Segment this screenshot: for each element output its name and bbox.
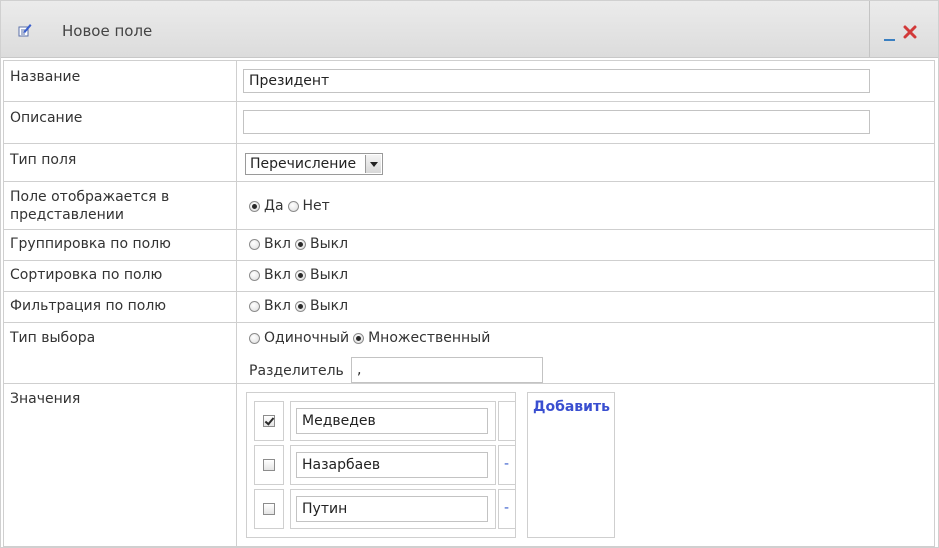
selection-type-label: Тип выбора [4, 323, 237, 383]
row-filter-by: Фильтрация по полю Вкл Выкл [3, 292, 935, 323]
row-description: Описание [3, 102, 935, 144]
filter-off-radio[interactable] [295, 300, 307, 312]
values-list: - - [246, 392, 516, 538]
row-group-by: Группировка по полю Вкл Выкл [3, 230, 935, 261]
delimiter-input[interactable] [351, 357, 543, 383]
row-field-type: Тип поля Перечисление [3, 144, 935, 182]
single-select-radio[interactable] [249, 332, 260, 344]
remove-value-3[interactable]: - [504, 500, 509, 516]
field-type-label: Тип поля [4, 144, 237, 181]
sort-by-label: Сортировка по полю [4, 261, 237, 291]
sort-off-radio[interactable] [295, 269, 307, 281]
minimize-button[interactable] [884, 25, 896, 41]
list-item [254, 401, 284, 441]
row-values: Значения Медведев Назарбаев - Путин - До… [3, 384, 935, 547]
row-name: Название [3, 60, 935, 102]
close-icon [903, 25, 917, 39]
group-on-radio[interactable] [249, 238, 260, 250]
field-type-selected: Перечисление [250, 156, 357, 172]
visible-no-radio[interactable] [287, 200, 299, 212]
title-divider [869, 1, 870, 57]
group-by-label: Группировка по полю [4, 230, 237, 260]
list-item [254, 489, 284, 529]
value-input-3[interactable] [296, 496, 488, 522]
add-value-cell: Добавить [527, 392, 615, 538]
value-input-1[interactable] [296, 408, 488, 434]
group-on-label[interactable]: Вкл [264, 236, 291, 252]
value-checkbox-2[interactable] [263, 459, 275, 471]
filter-by-label: Фильтрация по полю [4, 292, 237, 322]
visible-no-label[interactable]: Нет [303, 198, 330, 214]
new-field-dialog: Новое поле Название Описание Тип поля [0, 0, 939, 548]
filter-on-radio[interactable] [249, 300, 260, 312]
group-off-radio[interactable] [295, 238, 307, 250]
single-select-label[interactable]: Одиночный [264, 330, 349, 346]
multi-select-label[interactable]: Множественный [368, 330, 490, 346]
title-bar: Новое поле [1, 1, 938, 58]
filter-by-radio-group: Вкл Выкл [249, 298, 352, 314]
chevron-down-icon[interactable] [365, 155, 381, 173]
close-button[interactable] [903, 25, 917, 39]
value-checkbox-3[interactable] [263, 503, 275, 515]
name-input[interactable] [243, 69, 870, 93]
value-checkbox-1[interactable] [263, 415, 275, 427]
row-selection-type: Тип выбора Одиночный Множественный Разде… [3, 323, 935, 384]
edit-icon [18, 23, 32, 37]
visible-yes-radio[interactable] [249, 200, 260, 212]
row-visible-in-view: Поле отображается в представлении Да Нет [3, 182, 935, 230]
filter-off-label[interactable]: Выкл [310, 298, 348, 314]
name-label: Название [4, 61, 237, 101]
description-label: Описание [4, 102, 237, 143]
visible-in-view-radio-group: Да Нет [249, 198, 334, 214]
value-input-2[interactable] [296, 452, 488, 478]
visible-in-view-label: Поле отображается в представлении [4, 182, 237, 229]
multi-select-radio[interactable] [353, 332, 365, 344]
list-item [254, 445, 284, 485]
sort-off-label[interactable]: Выкл [310, 267, 348, 283]
field-type-select[interactable]: Перечисление [245, 153, 383, 175]
delimiter-label: Разделитель [249, 363, 344, 379]
add-value-link[interactable]: Добавить [533, 399, 610, 415]
sort-on-label[interactable]: Вкл [264, 267, 291, 283]
remove-value-2[interactable]: - [504, 456, 509, 472]
sort-by-radio-group: Вкл Выкл [249, 267, 352, 283]
description-input[interactable] [243, 110, 870, 134]
selection-type-radio-group: Одиночный Множественный [249, 330, 494, 346]
dialog-title: Новое поле [62, 22, 153, 40]
filter-on-label[interactable]: Вкл [264, 298, 291, 314]
visible-yes-label[interactable]: Да [264, 198, 284, 214]
row-sort-by: Сортировка по полю Вкл Выкл [3, 261, 935, 292]
group-by-radio-group: Вкл Выкл [249, 236, 352, 252]
sort-on-radio[interactable] [249, 269, 260, 281]
group-off-label[interactable]: Выкл [310, 236, 348, 252]
values-label: Значения [4, 384, 237, 546]
